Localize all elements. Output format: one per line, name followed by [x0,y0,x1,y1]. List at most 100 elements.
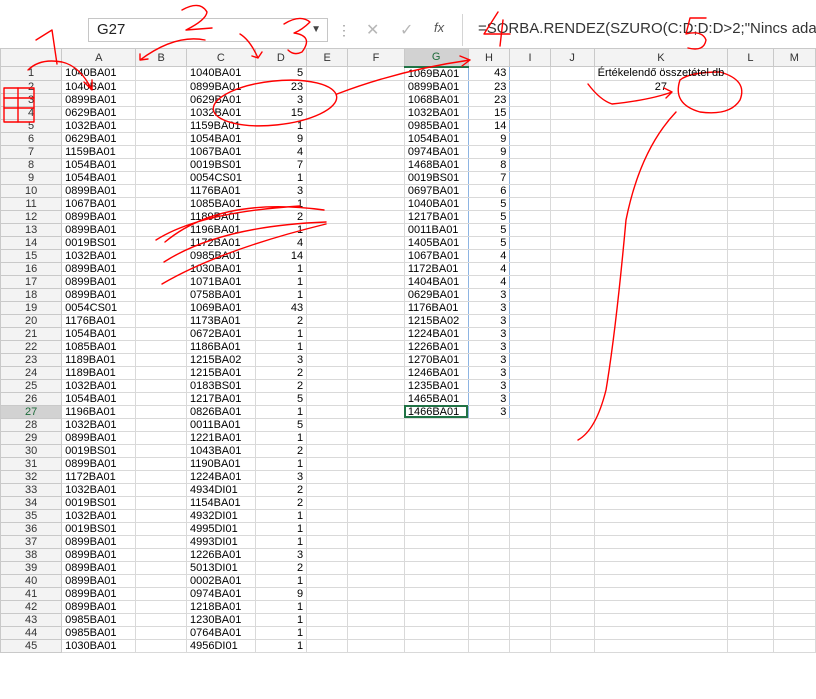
cell-e[interactable] [306,391,349,406]
cell-d[interactable]: 1 [254,404,308,419]
cell-b[interactable] [135,300,187,315]
cell-i[interactable] [509,157,551,172]
cell-c[interactable]: 1190BA01 [186,456,256,471]
cell-h[interactable] [467,586,511,601]
cell-e[interactable] [306,638,349,653]
cell-h[interactable]: 43 [467,66,511,81]
cell-h[interactable] [467,417,511,432]
cell-g[interactable]: 1465BA01 [403,391,469,406]
cell-h[interactable]: 6 [467,183,511,198]
cell-i[interactable] [509,66,551,81]
cell-d[interactable]: 1 [254,430,308,445]
cell-k[interactable] [593,144,729,159]
column-header-k[interactable]: K [593,48,729,67]
cell-c[interactable]: 0764BA01 [186,625,256,640]
row-header[interactable]: 8 [0,157,63,172]
cell-c[interactable]: 4934DI01 [186,482,256,497]
cell-i[interactable] [509,118,551,133]
cell-l[interactable] [727,157,774,172]
cell-g[interactable]: 1217BA01 [403,209,469,224]
cell-h[interactable] [467,560,511,575]
cell-g[interactable]: 1466BA01 [403,404,469,419]
cell-f[interactable] [347,274,405,289]
column-header-l[interactable]: L [727,48,774,67]
cell-f[interactable] [347,417,405,432]
cell-c[interactable]: 1215BA01 [186,365,256,380]
cell-k[interactable] [593,131,729,146]
cell-l[interactable] [727,586,774,601]
cell-i[interactable] [509,365,551,380]
cell-i[interactable] [509,287,551,302]
cell-a[interactable]: 0899BA01 [61,599,137,614]
cell-a[interactable]: 1054BA01 [61,170,137,185]
cell-g[interactable]: 0697BA01 [403,183,469,198]
cell-a[interactable]: 1054BA01 [61,391,137,406]
cell-f[interactable] [347,482,405,497]
cell-b[interactable] [135,352,187,367]
row-header[interactable]: 32 [0,469,63,484]
cell-g[interactable]: 1215BA02 [403,313,469,328]
cell-f[interactable] [347,209,405,224]
cell-d[interactable]: 5 [254,391,308,406]
chevron-down-icon[interactable]: ▼ [311,19,321,41]
cell-j[interactable] [549,183,595,198]
cell-h[interactable] [467,469,511,484]
cell-k[interactable] [593,612,729,627]
cell-l[interactable] [727,79,774,94]
cell-i[interactable] [509,612,551,627]
cell-d[interactable]: 3 [254,469,308,484]
cell-k[interactable] [593,196,729,211]
cell-c[interactable]: 4995DI01 [186,521,256,536]
cell-f[interactable] [347,391,405,406]
cell-l[interactable] [727,625,774,640]
cell-d[interactable]: 1 [254,534,308,549]
cell-b[interactable] [135,625,187,640]
column-header-i[interactable]: I [509,48,551,67]
cell-e[interactable] [306,92,349,107]
cell-k[interactable] [593,274,729,289]
cell-d[interactable]: 1 [254,287,308,302]
cell-b[interactable] [135,131,187,146]
name-box[interactable]: G27 ▼ [88,18,328,42]
cell-h[interactable] [467,573,511,588]
cell-b[interactable] [135,534,187,549]
cell-c[interactable]: 1030BA01 [186,261,256,276]
cell-b[interactable] [135,365,187,380]
cell-i[interactable] [509,482,551,497]
cell-g[interactable]: 1068BA01 [403,92,469,107]
cell-l[interactable] [727,105,774,120]
cell-d[interactable]: 43 [254,300,308,315]
cell-m[interactable] [772,183,816,198]
cell-m[interactable] [772,66,816,81]
cell-e[interactable] [306,300,349,315]
cell-f[interactable] [347,365,405,380]
cell-f[interactable] [347,170,405,185]
cell-h[interactable]: 5 [467,196,511,211]
row-header[interactable]: 6 [0,131,63,146]
cell-i[interactable] [509,404,551,419]
cell-b[interactable] [135,469,187,484]
cell-j[interactable] [549,417,595,432]
cell-m[interactable] [772,508,816,523]
cell-i[interactable] [509,92,551,107]
cell-a[interactable]: 0899BA01 [61,274,137,289]
cell-i[interactable] [509,521,551,536]
cell-d[interactable]: 1 [254,196,308,211]
cell-e[interactable] [306,430,349,445]
cell-h[interactable] [467,547,511,562]
cell-e[interactable] [306,365,349,380]
formula-input[interactable]: =SORBA.RENDEZ(SZURO(C:D;D:D>2;"Nincs ada… [478,20,816,37]
cell-b[interactable] [135,599,187,614]
cell-l[interactable] [727,222,774,237]
cell-f[interactable] [347,326,405,341]
cell-d[interactable]: 1 [254,170,308,185]
cell-e[interactable] [306,495,349,510]
cell-m[interactable] [772,612,816,627]
cell-c[interactable]: 1196BA01 [186,222,256,237]
cell-k[interactable] [593,638,729,653]
cell-b[interactable] [135,92,187,107]
cell-l[interactable] [727,521,774,536]
cell-b[interactable] [135,417,187,432]
cell-k[interactable] [593,547,729,562]
cell-l[interactable] [727,326,774,341]
